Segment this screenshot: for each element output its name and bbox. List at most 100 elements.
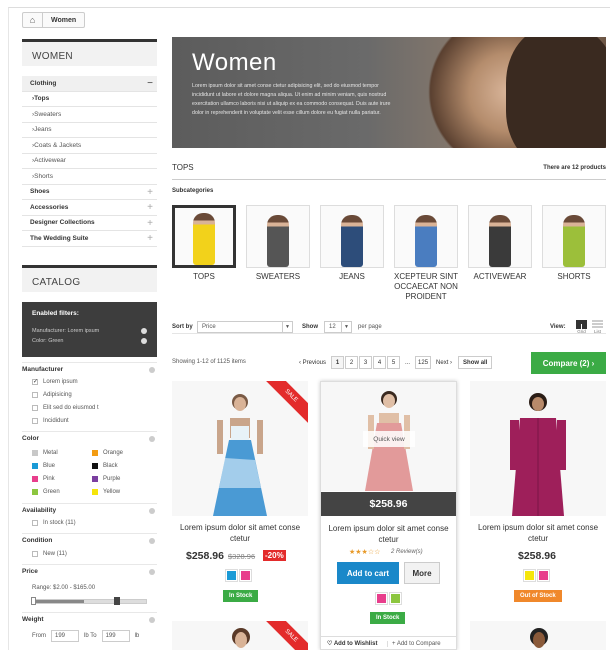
page-link[interactable]: 1 (331, 356, 345, 369)
category-item[interactable]: › Coats & Jackets (22, 138, 157, 154)
page-link[interactable]: 4 (373, 356, 387, 369)
filter-option[interactable]: ✓ Lorem ipsum (32, 379, 78, 385)
product-image[interactable]: SALE (172, 621, 308, 650)
color-swatch[interactable] (375, 592, 388, 605)
category-item[interactable]: › Jeans (22, 123, 157, 138)
color-filter-option[interactable]: Purple (92, 476, 120, 482)
collapse-icon[interactable]: − (147, 78, 153, 89)
subcategory-label[interactable]: SHORTS (534, 272, 614, 282)
product-name[interactable]: Lorem ipsum dolor sit amet conse ctetur (470, 522, 606, 544)
color-swatch[interactable] (92, 463, 98, 469)
filter-option[interactable]: Elit sed do eiusmod t (32, 405, 99, 411)
checkbox[interactable] (32, 392, 38, 398)
weight-to-input[interactable]: 199 (101, 630, 130, 642)
page-link[interactable]: 3 (359, 356, 373, 369)
subcategory-thumbnail[interactable] (394, 205, 458, 268)
add-to-cart-button[interactable]: Add to cart (337, 562, 399, 584)
color-filter-option[interactable]: Black (92, 463, 118, 469)
category-item[interactable]: › Activewear (22, 154, 157, 169)
grid-view-button[interactable]: Grid (576, 320, 587, 334)
filter-option[interactable]: New (11) (32, 551, 67, 557)
color-swatch[interactable] (32, 450, 38, 456)
product-name[interactable]: Lorem ipsum dolor sit amet conse ctetur (321, 523, 456, 545)
page-link[interactable]: 125 (415, 356, 432, 369)
color-swatch[interactable] (523, 569, 536, 582)
checkbox-checked-icon[interactable]: ✓ (32, 379, 38, 385)
subcategory-thumbnail[interactable] (542, 205, 606, 268)
remove-filter-icon[interactable] (141, 328, 147, 334)
color-filter-option[interactable]: Orange (92, 450, 123, 456)
expand-icon[interactable]: + (147, 218, 153, 229)
expand-icon[interactable]: + (147, 233, 153, 244)
subcategory-thumbnail[interactable] (468, 205, 532, 268)
color-filter-option[interactable]: Yellow (92, 489, 120, 495)
filter-color-heading[interactable]: Color (22, 431, 157, 442)
prev-page-link[interactable]: ‹ Previous (297, 356, 329, 369)
checkbox[interactable] (32, 405, 38, 411)
color-swatch[interactable] (32, 476, 38, 482)
subcategory-label[interactable]: TOPS (164, 272, 244, 282)
price-slider[interactable] (31, 597, 147, 605)
compare-button[interactable]: Compare (2) › (531, 352, 606, 374)
color-swatch[interactable] (32, 489, 38, 495)
sort-select[interactable]: Price ▼ (197, 321, 293, 333)
color-swatch[interactable] (537, 569, 550, 582)
filter-availability-heading[interactable]: Availability (22, 503, 157, 514)
filter-condition-heading[interactable]: Condition (22, 533, 157, 544)
category-item[interactable]: › Sweaters (22, 107, 157, 123)
price-slider-handle-max[interactable] (114, 597, 121, 605)
show-all-button[interactable]: Show all (458, 356, 493, 369)
product-image[interactable] (470, 381, 606, 516)
expand-icon[interactable]: + (147, 187, 153, 198)
subcategory-label[interactable]: SWEATERS (238, 272, 318, 282)
color-filter-option[interactable]: Pink (32, 476, 55, 482)
quick-view-button[interactable]: Quick view (363, 431, 415, 447)
color-filter-option[interactable]: Metal (32, 450, 58, 456)
list-view-button[interactable]: List (592, 320, 603, 334)
add-to-wishlist-link[interactable]: ♡ Add to Wishlist (321, 640, 387, 647)
product-name[interactable]: Lorem ipsum dolor sit amet conse ctetur (172, 522, 308, 544)
filter-option[interactable]: In stock (11) (32, 520, 76, 526)
color-filter-option[interactable]: Green (32, 489, 60, 495)
category-item[interactable]: Accessories + (22, 200, 157, 216)
filter-option[interactable]: Incididunt (32, 418, 69, 424)
color-swatch[interactable] (239, 569, 252, 582)
category-item[interactable]: Shoes + (22, 185, 157, 200)
per-page-select[interactable]: 12 ▼ (324, 321, 352, 333)
checkbox[interactable] (32, 520, 38, 526)
price-slider-handle-min[interactable] (31, 597, 36, 605)
expand-icon[interactable]: + (147, 202, 153, 213)
filter-option[interactable]: Adipisicing (32, 392, 72, 398)
color-swatch[interactable] (389, 592, 402, 605)
product-image[interactable]: Quick view (321, 382, 456, 491)
product-image[interactable]: SALE (172, 381, 308, 516)
page-link[interactable]: 5 (387, 356, 401, 369)
category-item[interactable]: Clothing − (22, 76, 157, 92)
color-swatch[interactable] (32, 463, 38, 469)
color-swatch[interactable] (92, 476, 98, 482)
filter-manufacturer-heading[interactable]: Manufacturer (22, 362, 157, 373)
color-swatch[interactable] (225, 569, 238, 582)
category-item[interactable]: › Tops (22, 92, 157, 107)
subcategory-thumbnail[interactable] (246, 205, 310, 268)
filter-price-heading[interactable]: Price (22, 564, 157, 575)
subcategory-thumbnail[interactable] (172, 205, 236, 268)
category-item[interactable]: › Shorts (22, 169, 157, 185)
product-image[interactable] (470, 621, 606, 650)
color-swatch[interactable] (92, 489, 98, 495)
remove-filter-icon[interactable] (141, 338, 147, 344)
next-page-link[interactable]: Next › (434, 356, 455, 369)
checkbox[interactable] (32, 551, 38, 557)
category-item[interactable]: Designer Collections + (22, 216, 157, 231)
page-link[interactable]: 2 (345, 356, 359, 369)
home-icon[interactable]: ⌂ (23, 13, 43, 27)
subcategory-thumbnail[interactable] (320, 205, 384, 268)
color-filter-option[interactable]: Blue (32, 463, 55, 469)
subcategory-label[interactable]: XCEPTEUR SINT OCCAECAT NON PROIDENT (386, 272, 466, 302)
product-card-hover[interactable]: Quick view $258.96 Lorem ipsum dolor sit… (320, 381, 457, 650)
checkbox[interactable] (32, 418, 38, 424)
filter-weight-heading[interactable]: Weight (22, 612, 157, 623)
add-to-compare-link[interactable]: + Add to Compare (387, 640, 456, 647)
weight-from-input[interactable]: 199 (51, 630, 79, 642)
subcategory-label[interactable]: ACTIVEWEAR (460, 272, 540, 282)
